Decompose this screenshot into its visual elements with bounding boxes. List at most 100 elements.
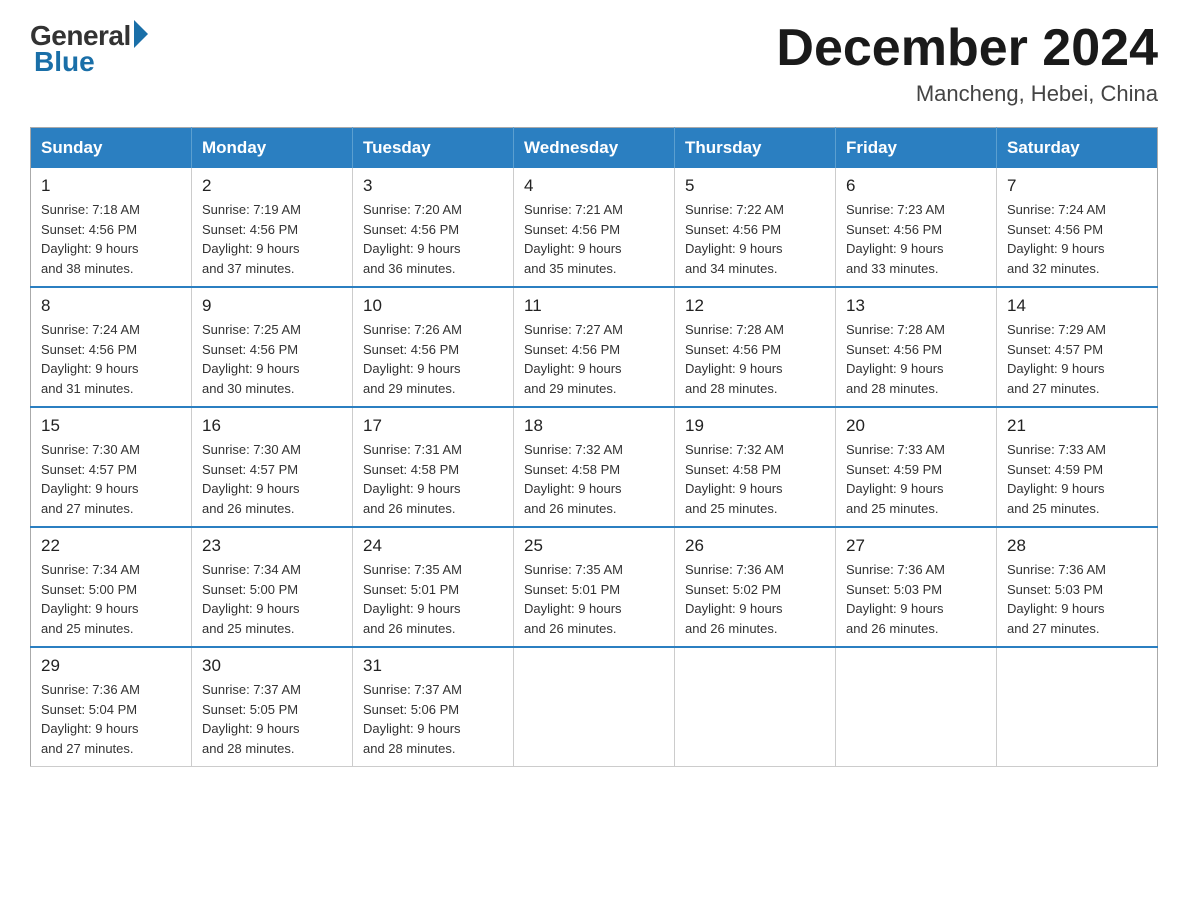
- day-number: 29: [41, 656, 181, 676]
- calendar-header-saturday: Saturday: [997, 128, 1158, 169]
- day-info: Sunrise: 7:31 AM Sunset: 4:58 PM Dayligh…: [363, 440, 503, 518]
- logo-blue-text: Blue: [34, 46, 95, 78]
- day-info: Sunrise: 7:29 AM Sunset: 4:57 PM Dayligh…: [1007, 320, 1147, 398]
- calendar-cell: [514, 647, 675, 767]
- calendar-cell: 30 Sunrise: 7:37 AM Sunset: 5:05 PM Dayl…: [192, 647, 353, 767]
- title-area: December 2024 Mancheng, Hebei, China: [776, 20, 1158, 107]
- day-info: Sunrise: 7:35 AM Sunset: 5:01 PM Dayligh…: [524, 560, 664, 638]
- calendar-cell: 6 Sunrise: 7:23 AM Sunset: 4:56 PM Dayli…: [836, 168, 997, 287]
- day-number: 12: [685, 296, 825, 316]
- day-number: 21: [1007, 416, 1147, 436]
- day-number: 11: [524, 296, 664, 316]
- calendar-cell: [836, 647, 997, 767]
- calendar-cell: 10 Sunrise: 7:26 AM Sunset: 4:56 PM Dayl…: [353, 287, 514, 407]
- day-info: Sunrise: 7:30 AM Sunset: 4:57 PM Dayligh…: [41, 440, 181, 518]
- calendar-table: SundayMondayTuesdayWednesdayThursdayFrid…: [30, 127, 1158, 767]
- calendar-cell: [997, 647, 1158, 767]
- day-info: Sunrise: 7:36 AM Sunset: 5:02 PM Dayligh…: [685, 560, 825, 638]
- day-info: Sunrise: 7:21 AM Sunset: 4:56 PM Dayligh…: [524, 200, 664, 278]
- calendar-cell: 22 Sunrise: 7:34 AM Sunset: 5:00 PM Dayl…: [31, 527, 192, 647]
- calendar-cell: 18 Sunrise: 7:32 AM Sunset: 4:58 PM Dayl…: [514, 407, 675, 527]
- calendar-header-thursday: Thursday: [675, 128, 836, 169]
- day-info: Sunrise: 7:24 AM Sunset: 4:56 PM Dayligh…: [1007, 200, 1147, 278]
- day-info: Sunrise: 7:33 AM Sunset: 4:59 PM Dayligh…: [1007, 440, 1147, 518]
- day-number: 9: [202, 296, 342, 316]
- calendar-cell: 19 Sunrise: 7:32 AM Sunset: 4:58 PM Dayl…: [675, 407, 836, 527]
- calendar-cell: [675, 647, 836, 767]
- calendar-week-row: 22 Sunrise: 7:34 AM Sunset: 5:00 PM Dayl…: [31, 527, 1158, 647]
- day-info: Sunrise: 7:19 AM Sunset: 4:56 PM Dayligh…: [202, 200, 342, 278]
- logo: General Blue: [30, 20, 148, 78]
- day-number: 7: [1007, 176, 1147, 196]
- day-number: 22: [41, 536, 181, 556]
- day-number: 4: [524, 176, 664, 196]
- calendar-cell: 5 Sunrise: 7:22 AM Sunset: 4:56 PM Dayli…: [675, 168, 836, 287]
- calendar-week-row: 1 Sunrise: 7:18 AM Sunset: 4:56 PM Dayli…: [31, 168, 1158, 287]
- day-info: Sunrise: 7:36 AM Sunset: 5:03 PM Dayligh…: [846, 560, 986, 638]
- day-info: Sunrise: 7:28 AM Sunset: 4:56 PM Dayligh…: [846, 320, 986, 398]
- calendar-cell: 23 Sunrise: 7:34 AM Sunset: 5:00 PM Dayl…: [192, 527, 353, 647]
- calendar-cell: 9 Sunrise: 7:25 AM Sunset: 4:56 PM Dayli…: [192, 287, 353, 407]
- day-number: 16: [202, 416, 342, 436]
- day-number: 15: [41, 416, 181, 436]
- calendar-header-tuesday: Tuesday: [353, 128, 514, 169]
- calendar-cell: 16 Sunrise: 7:30 AM Sunset: 4:57 PM Dayl…: [192, 407, 353, 527]
- day-info: Sunrise: 7:37 AM Sunset: 5:05 PM Dayligh…: [202, 680, 342, 758]
- calendar-cell: 12 Sunrise: 7:28 AM Sunset: 4:56 PM Dayl…: [675, 287, 836, 407]
- day-info: Sunrise: 7:20 AM Sunset: 4:56 PM Dayligh…: [363, 200, 503, 278]
- day-info: Sunrise: 7:34 AM Sunset: 5:00 PM Dayligh…: [41, 560, 181, 638]
- day-info: Sunrise: 7:22 AM Sunset: 4:56 PM Dayligh…: [685, 200, 825, 278]
- day-info: Sunrise: 7:35 AM Sunset: 5:01 PM Dayligh…: [363, 560, 503, 638]
- day-info: Sunrise: 7:23 AM Sunset: 4:56 PM Dayligh…: [846, 200, 986, 278]
- calendar-cell: 11 Sunrise: 7:27 AM Sunset: 4:56 PM Dayl…: [514, 287, 675, 407]
- calendar-cell: 14 Sunrise: 7:29 AM Sunset: 4:57 PM Dayl…: [997, 287, 1158, 407]
- calendar-cell: 8 Sunrise: 7:24 AM Sunset: 4:56 PM Dayli…: [31, 287, 192, 407]
- calendar-cell: 15 Sunrise: 7:30 AM Sunset: 4:57 PM Dayl…: [31, 407, 192, 527]
- day-info: Sunrise: 7:33 AM Sunset: 4:59 PM Dayligh…: [846, 440, 986, 518]
- day-number: 23: [202, 536, 342, 556]
- day-number: 2: [202, 176, 342, 196]
- day-number: 17: [363, 416, 503, 436]
- calendar-cell: 20 Sunrise: 7:33 AM Sunset: 4:59 PM Dayl…: [836, 407, 997, 527]
- location-title: Mancheng, Hebei, China: [776, 81, 1158, 107]
- calendar-cell: 3 Sunrise: 7:20 AM Sunset: 4:56 PM Dayli…: [353, 168, 514, 287]
- day-number: 18: [524, 416, 664, 436]
- calendar-cell: 17 Sunrise: 7:31 AM Sunset: 4:58 PM Dayl…: [353, 407, 514, 527]
- day-number: 26: [685, 536, 825, 556]
- day-number: 1: [41, 176, 181, 196]
- calendar-cell: 26 Sunrise: 7:36 AM Sunset: 5:02 PM Dayl…: [675, 527, 836, 647]
- calendar-week-row: 29 Sunrise: 7:36 AM Sunset: 5:04 PM Dayl…: [31, 647, 1158, 767]
- day-info: Sunrise: 7:37 AM Sunset: 5:06 PM Dayligh…: [363, 680, 503, 758]
- calendar-cell: 7 Sunrise: 7:24 AM Sunset: 4:56 PM Dayli…: [997, 168, 1158, 287]
- day-info: Sunrise: 7:36 AM Sunset: 5:03 PM Dayligh…: [1007, 560, 1147, 638]
- calendar-header-monday: Monday: [192, 128, 353, 169]
- day-info: Sunrise: 7:18 AM Sunset: 4:56 PM Dayligh…: [41, 200, 181, 278]
- calendar-header-friday: Friday: [836, 128, 997, 169]
- day-number: 8: [41, 296, 181, 316]
- calendar-header-wednesday: Wednesday: [514, 128, 675, 169]
- day-info: Sunrise: 7:34 AM Sunset: 5:00 PM Dayligh…: [202, 560, 342, 638]
- day-number: 5: [685, 176, 825, 196]
- calendar-cell: 24 Sunrise: 7:35 AM Sunset: 5:01 PM Dayl…: [353, 527, 514, 647]
- day-number: 30: [202, 656, 342, 676]
- day-number: 10: [363, 296, 503, 316]
- day-info: Sunrise: 7:24 AM Sunset: 4:56 PM Dayligh…: [41, 320, 181, 398]
- calendar-cell: 27 Sunrise: 7:36 AM Sunset: 5:03 PM Dayl…: [836, 527, 997, 647]
- day-number: 25: [524, 536, 664, 556]
- day-number: 13: [846, 296, 986, 316]
- day-info: Sunrise: 7:30 AM Sunset: 4:57 PM Dayligh…: [202, 440, 342, 518]
- day-number: 31: [363, 656, 503, 676]
- month-title: December 2024: [776, 20, 1158, 77]
- day-info: Sunrise: 7:28 AM Sunset: 4:56 PM Dayligh…: [685, 320, 825, 398]
- calendar-cell: 25 Sunrise: 7:35 AM Sunset: 5:01 PM Dayl…: [514, 527, 675, 647]
- calendar-header-sunday: Sunday: [31, 128, 192, 169]
- day-info: Sunrise: 7:32 AM Sunset: 4:58 PM Dayligh…: [685, 440, 825, 518]
- day-number: 6: [846, 176, 986, 196]
- day-info: Sunrise: 7:27 AM Sunset: 4:56 PM Dayligh…: [524, 320, 664, 398]
- calendar-cell: 2 Sunrise: 7:19 AM Sunset: 4:56 PM Dayli…: [192, 168, 353, 287]
- calendar-cell: 29 Sunrise: 7:36 AM Sunset: 5:04 PM Dayl…: [31, 647, 192, 767]
- calendar-week-row: 8 Sunrise: 7:24 AM Sunset: 4:56 PM Dayli…: [31, 287, 1158, 407]
- day-number: 27: [846, 536, 986, 556]
- day-number: 28: [1007, 536, 1147, 556]
- header: General Blue December 2024 Mancheng, Heb…: [30, 20, 1158, 107]
